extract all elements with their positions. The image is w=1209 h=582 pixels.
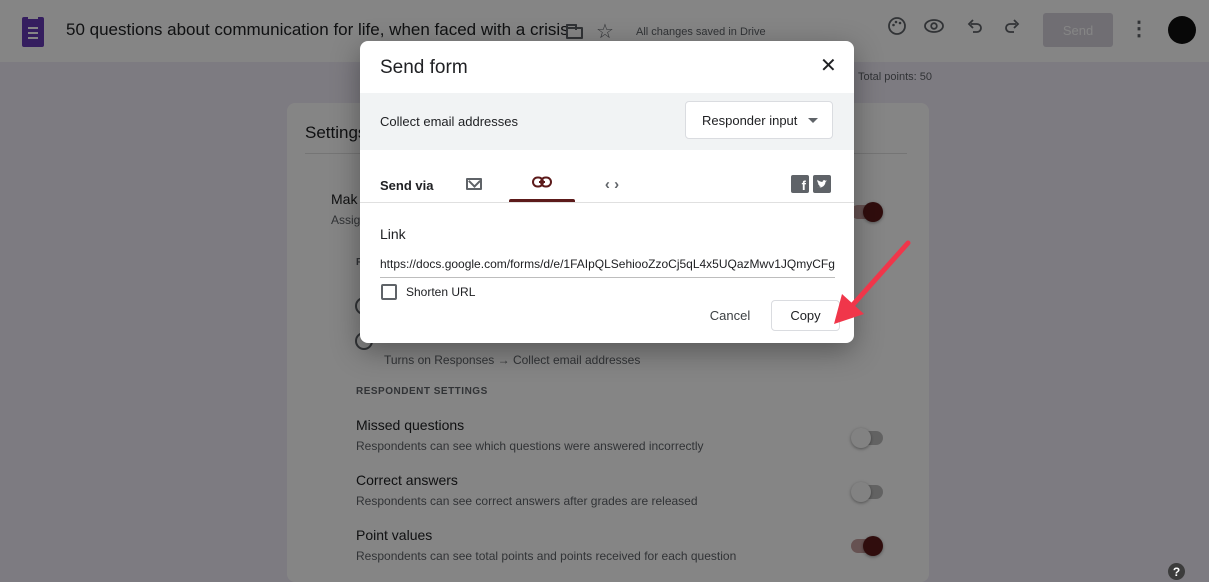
tab-email[interactable] — [456, 165, 492, 203]
dialog-title: Send form — [380, 57, 468, 78]
help-icon[interactable]: ? — [1168, 563, 1185, 580]
collect-email-row: Collect email addresses Responder input — [360, 93, 854, 150]
tab-embed[interactable]: ‹ › — [594, 165, 630, 203]
tab-link[interactable] — [509, 165, 575, 203]
dropdown-caret-icon — [808, 118, 818, 123]
send-via-label: Send via — [380, 178, 434, 193]
dialog-divider — [360, 202, 854, 203]
embed-code-icon: ‹ › — [604, 175, 620, 193]
twitter-icon[interactable] — [813, 175, 831, 193]
close-icon[interactable]: ✕ — [820, 53, 837, 78]
shorten-url-checkbox[interactable] — [381, 284, 397, 300]
link-icon — [532, 175, 552, 193]
link-heading: Link — [380, 226, 406, 242]
send-form-dialog: Send form ✕ Collect email addresses Resp… — [360, 41, 854, 343]
facebook-icon[interactable]: f — [791, 175, 809, 193]
link-url-field[interactable]: https://docs.google.com/forms/d/e/1FAIpQ… — [380, 257, 835, 278]
collect-email-select[interactable]: Responder input — [685, 101, 833, 139]
shorten-url-label[interactable]: Shorten URL — [406, 285, 475, 299]
annotation-arrow-icon — [834, 240, 911, 324]
mail-icon — [466, 178, 482, 190]
cancel-button[interactable]: Cancel — [699, 300, 761, 330]
collect-email-label: Collect email addresses — [380, 114, 519, 129]
collect-email-value: Responder input — [702, 112, 798, 128]
